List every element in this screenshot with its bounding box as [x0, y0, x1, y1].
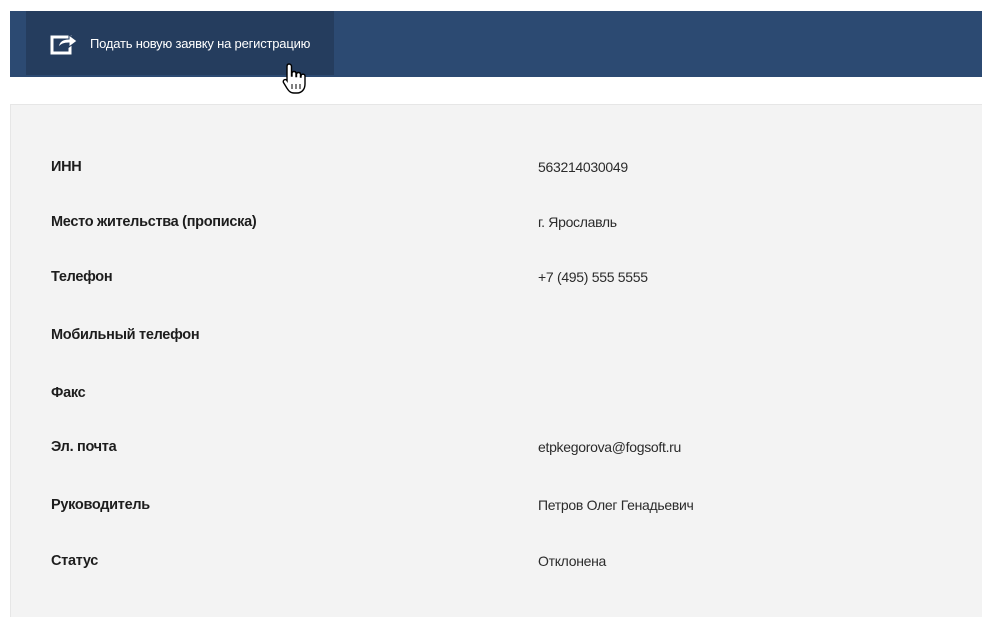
detail-row-residence: Место жительства (прописка) г. Ярославль [51, 210, 951, 234]
detail-label: Место жительства (прописка) [51, 214, 257, 230]
detail-label: Статус [51, 553, 99, 569]
detail-row-email: Эл. почта etpkegorova@fogsoft.ru [51, 435, 951, 459]
detail-row-phone: Телефон +7 (495) 555 5555 [51, 265, 951, 289]
detail-row-director: Руководитель Петров Олег Генадьевич [51, 493, 951, 517]
detail-value: Петров Олег Генадьевич [538, 497, 694, 513]
hand-pointer-cursor-icon [282, 62, 308, 101]
status-value: Отклонена [538, 553, 607, 569]
share-box-icon [50, 30, 80, 56]
detail-label: Мобильный телефон [51, 327, 200, 343]
detail-label: Факс [51, 385, 86, 401]
new-registration-request-label: Подать новую заявку на регистрацию [90, 35, 311, 51]
detail-label: Эл. почта [51, 439, 117, 455]
participant-details-panel: ИНН 563214030049 Место жительства (пропи… [10, 104, 982, 617]
detail-row-mobile-phone: Мобильный телефон [51, 323, 951, 347]
detail-row-fax: Факс [51, 381, 951, 405]
detail-value: +7 (495) 555 5555 [538, 269, 648, 285]
detail-row-status: Статус Отклонена [51, 549, 951, 573]
detail-label: Руководитель [51, 497, 150, 513]
top-toolbar: Подать новую заявку на регистрацию [10, 11, 982, 77]
detail-row-inn: ИНН 563214030049 [51, 155, 951, 179]
detail-label: Телефон [51, 269, 113, 285]
detail-label: ИНН [51, 159, 82, 175]
detail-value: г. Ярославль [538, 214, 617, 230]
detail-value: 563214030049 [538, 159, 628, 175]
detail-value: etpkegorova@fogsoft.ru [538, 439, 682, 455]
